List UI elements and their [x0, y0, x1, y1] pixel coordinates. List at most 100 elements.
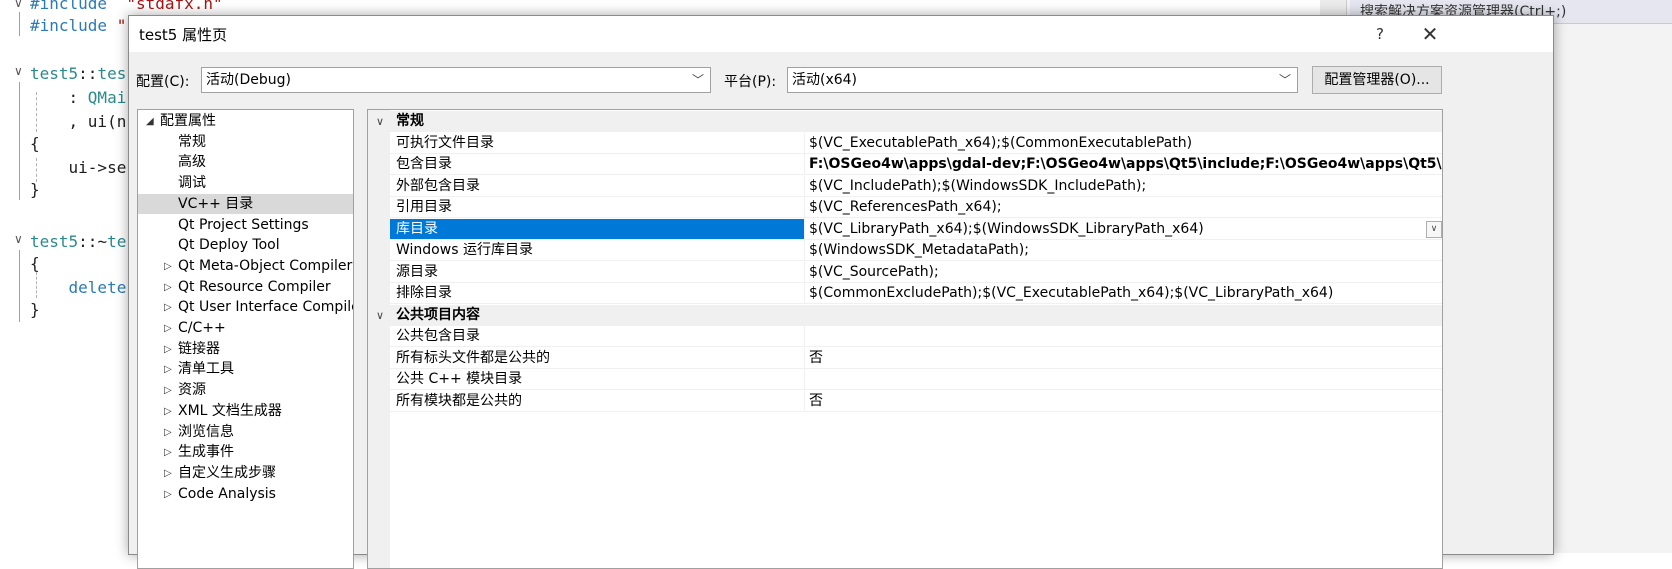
- expand-arrow-icon[interactable]: ▷: [164, 381, 172, 401]
- config-select[interactable]: 活动(Debug) ﹀: [201, 67, 711, 93]
- property-row[interactable]: 源目录 $(VC_SourcePath);: [368, 261, 1442, 283]
- property-value[interactable]: $(WindowsSDK_MetadataPath);: [804, 240, 1442, 260]
- expand-arrow-icon[interactable]: ▷: [164, 340, 172, 360]
- tree-item-label: Qt Deploy Tool: [178, 237, 280, 254]
- tree-item[interactable]: ▷ XML 文档生成器: [138, 401, 353, 421]
- property-row[interactable]: 所有模块都是公共的 否: [368, 390, 1442, 412]
- property-grid[interactable]: ∨ 常规可执行文件目录 $(VC_ExecutablePath_x64);$(Com…: [367, 109, 1443, 569]
- tree-item[interactable]: Qt Project Settings: [138, 215, 353, 235]
- property-value[interactable]: [804, 369, 1442, 389]
- tree-item[interactable]: ▷ Qt Meta-Object Compiler: [138, 256, 353, 276]
- property-name: 公共包含目录: [396, 328, 480, 344]
- property-row[interactable]: 可执行文件目录 $(VC_ExecutablePath_x64);$(Common…: [368, 132, 1442, 154]
- tree-item[interactable]: ▷ 资源: [138, 380, 353, 400]
- property-name: 排除目录: [396, 285, 452, 301]
- property-name: 外部包含目录: [396, 177, 480, 194]
- help-button[interactable]: ?: [1367, 22, 1393, 46]
- property-value[interactable]: $(VC_ReferencesPath_x64);: [804, 197, 1442, 217]
- platform-select[interactable]: 活动(x64) ﹀: [787, 67, 1298, 93]
- chevron-down-icon: ﹀: [1278, 73, 1291, 87]
- property-row[interactable]: 外部包含目录 $(VC_IncludePath);$(WindowsSDK_Inc…: [368, 175, 1442, 197]
- expand-arrow-icon[interactable]: ▷: [164, 402, 172, 422]
- expand-arrow-icon[interactable]: ▷: [164, 319, 172, 339]
- tree-item[interactable]: ▷ 清单工具: [138, 359, 353, 379]
- collapse-arrow-icon[interactable]: ∨: [376, 305, 384, 326]
- property-name: 包含目录: [396, 156, 452, 172]
- expand-arrow-icon[interactable]: ▷: [164, 298, 172, 318]
- expand-arrow-icon[interactable]: ▷: [164, 464, 172, 484]
- expand-arrow-icon[interactable]: ▷: [164, 278, 172, 298]
- property-value[interactable]: F:\OSGeo4w\apps\gdal-dev;F:\OSGeo4w\apps…: [804, 154, 1442, 174]
- property-row[interactable]: 公共包含目录: [368, 326, 1442, 347]
- property-value[interactable]: [804, 326, 1442, 346]
- code-line-7: ui->se: [30, 158, 127, 177]
- code-line-3: test5::tes: [30, 64, 127, 83]
- tree-item[interactable]: 调试: [138, 173, 353, 193]
- property-value[interactable]: $(VC_LibraryPath_x64);$(WindowsSDK_Libra…: [804, 218, 1442, 239]
- tree-item-label: 配置属性: [160, 113, 216, 129]
- code-line-6: {: [30, 134, 40, 153]
- tree-item-label: 生成事件: [178, 444, 234, 461]
- config-label: 配置(C):: [136, 74, 190, 90]
- fold-toggle-icon[interactable]: ∨: [14, 232, 23, 246]
- fold-guide: [19, 250, 20, 322]
- tree-item[interactable]: 高级: [138, 152, 353, 172]
- tree-item[interactable]: VC++ 目录: [138, 193, 353, 214]
- property-row[interactable]: 引用目录 $(VC_ReferencesPath_x64);: [368, 197, 1442, 218]
- tree-item-label: Qt Meta-Object Compiler: [178, 257, 353, 274]
- category-title: 公共项目内容: [396, 306, 480, 323]
- expand-arrow-icon[interactable]: ▷: [164, 423, 172, 443]
- tree-item[interactable]: ▷ C/C++: [138, 318, 353, 338]
- code-line-4: : QMai: [30, 88, 127, 107]
- property-row[interactable]: 排除目录 $(CommonExcludePath);$(VC_Executable…: [368, 283, 1442, 304]
- property-value[interactable]: $(VC_IncludePath);$(WindowsSDK_IncludePa…: [804, 175, 1442, 196]
- fold-toggle-icon[interactable]: ∨: [14, 0, 23, 10]
- expand-arrow-icon[interactable]: ▷: [164, 360, 172, 380]
- tree-item-label: 自定义生成步骤: [178, 464, 276, 481]
- platform-select-value: 活动(x64): [792, 72, 858, 88]
- property-value[interactable]: $(CommonExcludePath);$(VC_ExecutablePath…: [804, 283, 1442, 303]
- tree-item[interactable]: ▷ Qt Resource Compiler: [138, 277, 353, 297]
- property-value[interactable]: 否: [804, 347, 1442, 368]
- expand-arrow-icon[interactable]: ▷: [164, 485, 172, 505]
- collapse-arrow-icon[interactable]: ∨: [376, 111, 384, 132]
- expand-arrow-icon[interactable]: ▷: [164, 443, 172, 463]
- close-button[interactable]: ✕: [1413, 20, 1447, 48]
- fold-toggle-icon[interactable]: ∨: [14, 64, 23, 78]
- tree-item-label: Qt Project Settings: [178, 216, 309, 233]
- property-pages-dialog: test5 属性页 ? ✕ 配置(C): 活动(Debug) ﹀ 平台(P): …: [128, 15, 1554, 569]
- tree-item[interactable]: ◢ 配置属性: [138, 111, 353, 131]
- property-row[interactable]: 所有标头文件都是公共的 否: [368, 347, 1442, 369]
- property-value[interactable]: $(VC_ExecutablePath_x64);$(CommonExecuta…: [804, 132, 1442, 153]
- category-header[interactable]: ∨ 公共项目内容: [368, 304, 1442, 326]
- code-line-8: }: [30, 180, 40, 199]
- property-row[interactable]: 库目录 $(VC_LibraryPath_x64);$(WindowsSDK_Li…: [368, 218, 1442, 240]
- category-header[interactable]: ∨ 常规: [368, 111, 1442, 132]
- tree-item[interactable]: ▷ 生成事件: [138, 442, 353, 462]
- tree-item-label: 链接器: [178, 340, 220, 357]
- property-row[interactable]: Windows 运行库目录 $(WindowsSDK_MetadataPath);: [368, 240, 1442, 261]
- property-name: 可执行文件目录: [396, 134, 494, 151]
- dropdown-button[interactable]: ∨: [1426, 220, 1442, 238]
- property-row[interactable]: 公共 C++ 模块目录: [368, 369, 1442, 390]
- property-value[interactable]: $(VC_SourcePath);: [804, 261, 1442, 282]
- property-tree[interactable]: ◢ 配置属性常规 高级调试 VC++ 目录 Qt Project Settings Qt …: [137, 109, 354, 569]
- tree-item[interactable]: ▷ 浏览信息: [138, 422, 353, 442]
- property-name: 公共 C++ 模块目录: [396, 371, 523, 387]
- property-name: 引用目录: [396, 199, 452, 215]
- tree-item-label: 调试: [178, 175, 206, 192]
- code-line-10: {: [30, 254, 40, 273]
- property-value[interactable]: 否: [804, 390, 1442, 411]
- tree-item[interactable]: 常规: [138, 132, 353, 152]
- tree-item[interactable]: ▷ 自定义生成步骤: [138, 463, 353, 483]
- dialog-title: test5 属性页: [139, 26, 228, 44]
- tree-item[interactable]: ▷ Qt User Interface Compiler: [138, 297, 353, 317]
- tree-item[interactable]: ▷ 链接器: [138, 339, 353, 359]
- collapse-arrow-icon[interactable]: ◢: [146, 112, 154, 132]
- code-line-2: #include ": [30, 16, 127, 35]
- config-manager-button[interactable]: 配置管理器(O)...: [1312, 66, 1442, 94]
- tree-item[interactable]: Qt Deploy Tool: [138, 235, 353, 255]
- tree-item[interactable]: ▷ Code Analysis: [138, 484, 353, 504]
- expand-arrow-icon[interactable]: ▷: [164, 257, 172, 277]
- property-row[interactable]: 包含目录 F:\OSGeo4w\apps\gdal-dev;F:\OSGeo4w\…: [368, 154, 1442, 175]
